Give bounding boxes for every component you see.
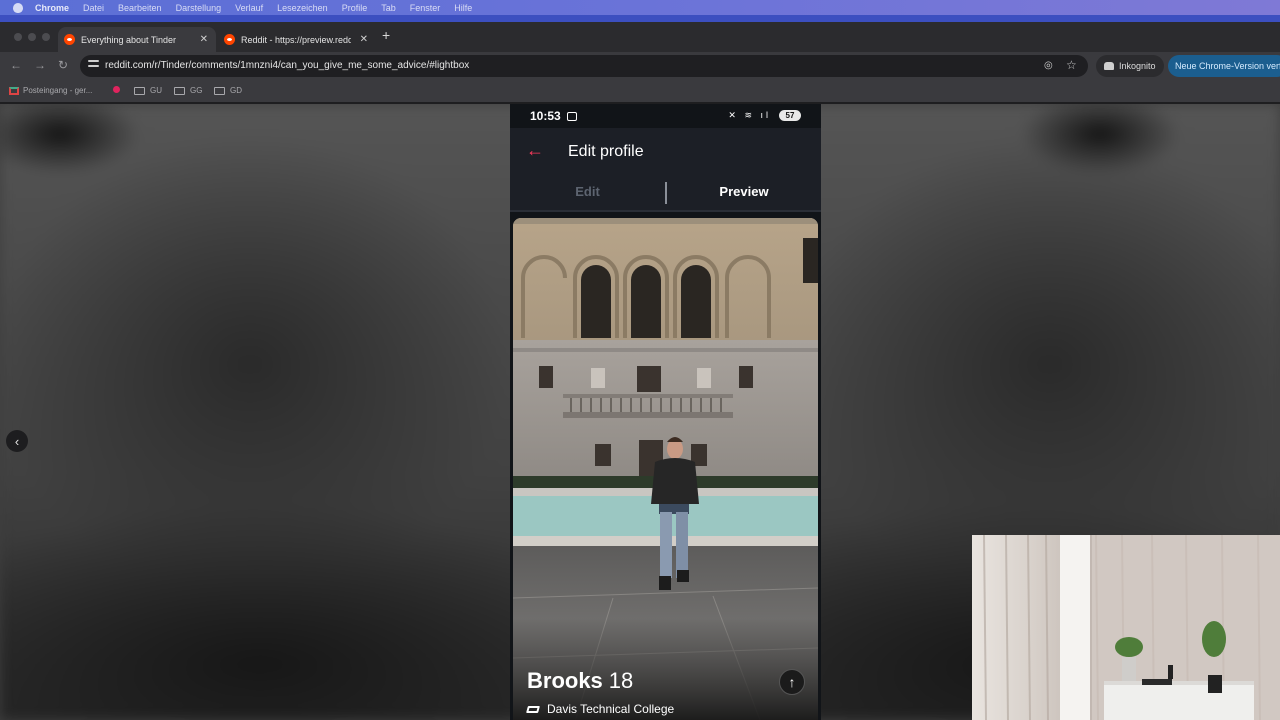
tab-preview[interactable]: Preview xyxy=(667,184,821,199)
page-title: Edit profile xyxy=(568,143,644,160)
menubar-divider xyxy=(0,15,1280,22)
bookmark-star-icon[interactable]: ☆ xyxy=(1066,58,1077,72)
status-time: 10:53 xyxy=(530,109,561,123)
profile-school: Davis Technical College xyxy=(526,702,675,716)
macos-menubar: Chrome Datei Bearbeiten Darstellung Verl… xyxy=(0,0,1280,15)
profile-name-text: Brooks xyxy=(527,668,603,693)
reddit-favicon-icon xyxy=(64,34,75,45)
reddit-favicon-icon xyxy=(224,34,235,45)
reload-icon[interactable]: ↻ xyxy=(58,58,68,72)
menu-profile[interactable]: Profile xyxy=(342,3,368,13)
bookmark-label: GG xyxy=(190,86,203,95)
bookmark-folder-gg[interactable]: GG xyxy=(174,86,202,95)
menu-verlauf[interactable]: Verlauf xyxy=(235,3,263,13)
folder-icon xyxy=(174,86,185,95)
window-close-control[interactable] xyxy=(14,33,22,41)
menu-tab[interactable]: Tab xyxy=(381,3,396,13)
menu-bearbeiten[interactable]: Bearbeiten xyxy=(118,3,162,13)
back-arrow-icon[interactable]: ← xyxy=(10,58,22,72)
window-zoom-control[interactable] xyxy=(42,33,50,41)
update-chrome-label: Neue Chrome-Version verfügbar xyxy=(1175,61,1280,71)
profile-card[interactable]: Brooks 18 ↑ Davis Technical College xyxy=(513,218,818,720)
dot-icon xyxy=(113,86,120,93)
menu-darstellung[interactable]: Darstellung xyxy=(176,3,222,13)
bookmark-folder-gu[interactable]: GU xyxy=(134,86,162,95)
browser-tabstrip: Everything about Tinder ✕ Reddit - https… xyxy=(0,22,1280,52)
menu-lesezeichen[interactable]: Lesezeichen xyxy=(277,3,328,13)
phone-screenshot: 10:53 ✕ ≋ ıl 57 ← Edit profile Edit Prev… xyxy=(510,104,821,720)
bookmark-label: GD xyxy=(230,86,242,95)
bookmark-label: Posteingang - ger... xyxy=(23,86,93,95)
phone-status-bar: 10:53 ✕ ≋ ıl 57 xyxy=(510,104,821,128)
gmail-icon xyxy=(9,86,19,95)
bookmark-dot[interactable] xyxy=(113,86,120,93)
folder-icon xyxy=(134,86,145,95)
screenshot-icon xyxy=(566,111,577,121)
tab-title: Reddit - https://preview.redd xyxy=(241,34,351,45)
battery-icon: 57 xyxy=(779,110,801,121)
profile-photo xyxy=(513,218,818,720)
site-settings-icon[interactable] xyxy=(88,60,99,71)
incognito-icon xyxy=(1104,62,1114,70)
browser-toolbar: ← → ↻ reddit.com/r/Tinder/comments/1mnzn… xyxy=(0,52,1280,80)
tinder-edit-header: ← Edit profile Edit Preview xyxy=(510,128,821,212)
signal-wifi-icon: ✕ ≋ ıl xyxy=(728,110,771,120)
new-tab-plus-icon[interactable]: + xyxy=(382,27,390,43)
incognito-label: Inkognito xyxy=(1119,61,1156,71)
bookmarks-bar: Posteingang - ger... GU GG GD xyxy=(0,80,1280,102)
profile-age: 18 xyxy=(608,668,634,693)
tab-reddit-preview[interactable]: Reddit - https://preview.redd ✕ xyxy=(218,27,376,52)
menu-fenster[interactable]: Fenster xyxy=(410,3,441,13)
menu-hilfe[interactable]: Hilfe xyxy=(454,3,472,13)
eye-off-icon[interactable]: ◎ xyxy=(1044,60,1053,71)
webcam-overlay xyxy=(972,535,1280,720)
tab-close-icon[interactable]: ✕ xyxy=(200,34,208,45)
tab-everything-about-tinder[interactable]: Everything about Tinder ✕ xyxy=(58,27,216,52)
graduation-cap-icon xyxy=(526,705,540,713)
tab-close-icon[interactable]: ✕ xyxy=(360,34,368,45)
apple-icon[interactable] xyxy=(13,2,23,13)
address-bar[interactable]: reddit.com/r/Tinder/comments/1mnzni4/can… xyxy=(80,55,1088,77)
tab-title: Everything about Tinder xyxy=(81,34,177,45)
update-chrome-button[interactable]: Neue Chrome-Version verfügbar xyxy=(1168,55,1280,77)
forward-arrow-icon[interactable]: → xyxy=(34,58,46,72)
tab-edit[interactable]: Edit xyxy=(510,184,665,199)
chevron-left-icon[interactable]: ‹ xyxy=(6,430,28,452)
bookmark-posteingang[interactable]: Posteingang - ger... xyxy=(9,86,92,95)
webcam-feed xyxy=(972,535,1280,720)
back-arrow-icon[interactable]: ← xyxy=(526,140,544,161)
menu-datei[interactable]: Datei xyxy=(83,3,104,13)
menu-app-chrome[interactable]: Chrome xyxy=(35,3,69,13)
url-text[interactable]: reddit.com/r/Tinder/comments/1mnzni4/can… xyxy=(105,60,469,71)
profile-school-text: Davis Technical College xyxy=(547,702,675,716)
incognito-indicator[interactable]: Inkognito xyxy=(1096,55,1164,77)
window-minimize-control[interactable] xyxy=(28,33,36,41)
bookmark-label: GU xyxy=(150,86,162,95)
header-divider xyxy=(510,210,821,212)
profile-name: Brooks 18 xyxy=(527,668,633,694)
bookmark-folder-gd[interactable]: GD xyxy=(214,86,242,95)
folder-icon xyxy=(214,86,225,95)
arrow-up-icon[interactable]: ↑ xyxy=(779,669,805,695)
